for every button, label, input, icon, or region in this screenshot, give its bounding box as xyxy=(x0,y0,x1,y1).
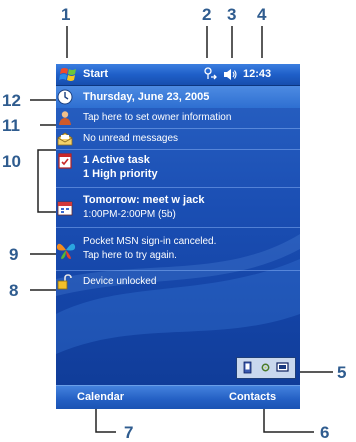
msn-line-2: Tap here to try again. xyxy=(83,250,177,261)
callout-8: 8 xyxy=(9,281,19,300)
callout-11: 11 xyxy=(2,116,20,135)
inbox-envelope-icon xyxy=(57,132,73,146)
callout-3: 3 xyxy=(227,5,237,24)
clock-icon xyxy=(57,89,73,105)
callout-10: 10 xyxy=(2,152,21,171)
calendar-row[interactable]: Tomorrow: meet w jack 1:00PM-2:00PM (5b) xyxy=(56,188,300,226)
today-date-row[interactable]: Thursday, June 23, 2005 xyxy=(56,86,300,108)
calendar-softkey[interactable]: Calendar xyxy=(77,391,124,403)
tasks-row[interactable]: 1 Active task 1 High priority xyxy=(56,150,300,186)
today-date: Thursday, June 23, 2005 xyxy=(83,91,210,103)
notification-tray xyxy=(236,357,296,379)
tasks-clipboard-icon xyxy=(58,153,72,169)
title-bar: Start 12:43 xyxy=(56,64,300,86)
sync-device-icon[interactable] xyxy=(241,361,254,374)
messages-text: No unread messages xyxy=(83,133,179,144)
callout-1: 1 xyxy=(61,5,71,24)
callout-2: 2 xyxy=(202,5,212,24)
connectivity-icon[interactable] xyxy=(203,67,219,82)
owner-info-text: Tap here to set owner information xyxy=(83,112,232,123)
device-lock-row[interactable]: Device unlocked xyxy=(56,272,300,292)
device-lock-text: Device unlocked xyxy=(83,276,157,287)
msn-row[interactable]: Pocket MSN sign-in canceled. Tap here to… xyxy=(56,232,300,266)
messages-row[interactable]: No unread messages xyxy=(56,129,300,149)
owner-row[interactable]: Tap here to set owner information xyxy=(56,108,300,128)
clock[interactable]: 12:43 xyxy=(243,68,271,80)
callout-12: 12 xyxy=(2,91,21,110)
msn-line-1: Pocket MSN sign-in canceled. xyxy=(83,236,217,247)
calendar-line-1: Tomorrow: meet w jack xyxy=(83,194,205,206)
speaker-icon[interactable] xyxy=(223,68,238,81)
callout-4: 4 xyxy=(257,5,267,24)
status-indicator-icon[interactable] xyxy=(259,361,272,374)
callout-7: 7 xyxy=(124,423,134,442)
callout-9: 9 xyxy=(9,245,19,264)
windows-start-icon[interactable] xyxy=(59,66,78,83)
contacts-softkey[interactable]: Contacts xyxy=(229,391,276,403)
msn-butterfly-icon xyxy=(56,243,76,259)
row-divider xyxy=(56,227,300,228)
soft-key-bar: Calendar Contacts xyxy=(56,385,300,409)
start-menu-label[interactable]: Start xyxy=(83,68,108,80)
tasks-line-1: 1 Active task xyxy=(83,154,150,166)
calendar-icon xyxy=(57,201,73,216)
row-divider xyxy=(56,270,300,271)
today-screen: Start 12:43 Thursday, June 23, 2005 Tap … xyxy=(56,64,300,409)
tasks-line-2: 1 High priority xyxy=(83,168,158,180)
callout-5: 5 xyxy=(337,363,347,382)
calendar-line-2: 1:00PM-2:00PM (5b) xyxy=(83,209,176,220)
callout-6: 6 xyxy=(320,423,330,442)
padlock-icon xyxy=(57,274,72,290)
display-monitor-icon[interactable] xyxy=(276,361,289,374)
owner-person-icon xyxy=(59,111,71,125)
